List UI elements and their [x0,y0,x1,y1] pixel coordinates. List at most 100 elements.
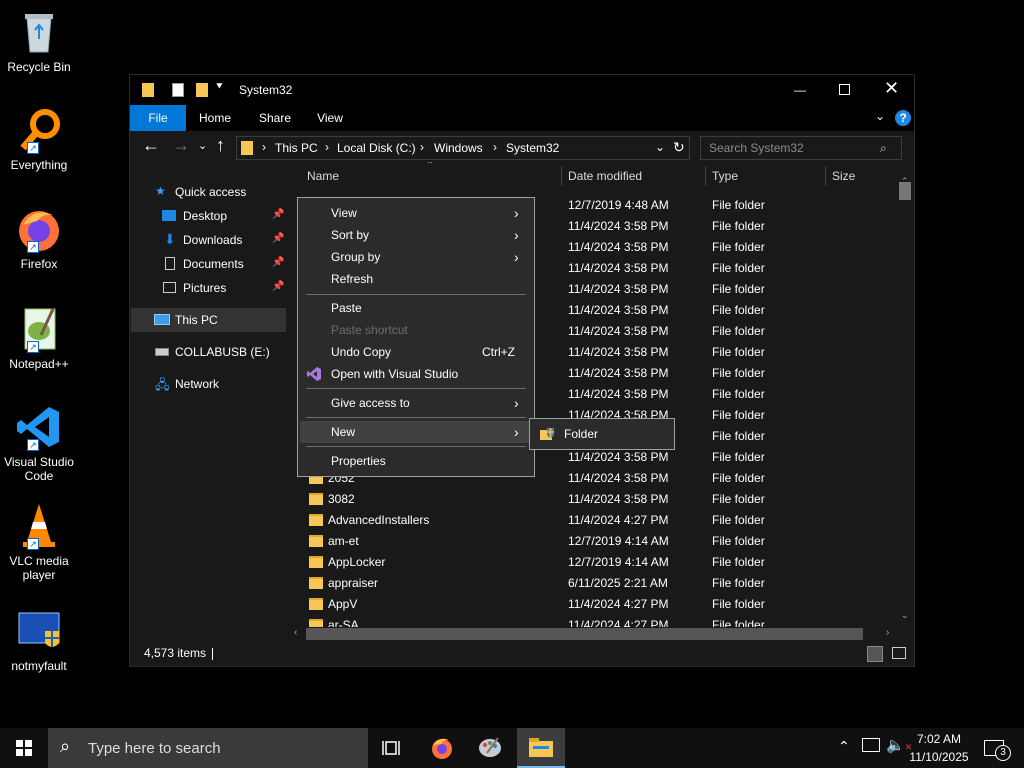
taskbar-search-box[interactable]: ⌕ Type here to search [48,728,368,768]
up-icon[interactable]: ↑ [216,135,225,156]
address-row: ← → ⌄ ↑ › This PC › Local Disk (C:) › Wi… [130,131,914,163]
desktop-icon-recycle-bin[interactable]: Recycle Bin [0,8,78,74]
folder-icon [309,619,323,627]
maximize-button[interactable] [839,84,850,95]
nav-desktop[interactable]: Desktop 📌 [162,208,286,224]
scroll-down-icon[interactable]: ⌄ [901,610,909,621]
network-status-icon[interactable] [862,738,880,752]
forward-icon[interactable]: → [172,135,190,156]
menu-item-view[interactable]: View › [298,202,534,224]
search-input[interactable]: Search System32 [700,136,902,160]
menu-item-refresh[interactable]: Refresh [298,268,534,290]
file-type: File folder [712,534,765,548]
breadcrumb-this-pc[interactable]: This PC [275,141,318,155]
table-row[interactable]: AdvancedInstallers 11/4/2024 4:27 PM File … [289,510,899,531]
scroll-right-icon[interactable]: › [886,627,889,638]
start-button[interactable] [0,728,48,768]
tab-home[interactable]: Home [190,105,240,131]
scroll-thumb[interactable] [306,628,863,640]
menu-item-open-with-visual-studio[interactable]: Open with Visual Studio [298,363,534,385]
menu-item-paste-shortcut: Paste shortcut [298,319,534,341]
taskbar-file-explorer-icon[interactable] [517,728,565,768]
menu-item-group-by[interactable]: Group by › [298,246,534,268]
network-icon: 🖧 [155,377,170,392]
desktop-icon-everything[interactable]: ↗ Everything [0,106,78,172]
column-header-type[interactable]: Type [712,162,738,190]
shortcut-arrow-icon: ↗ [27,241,39,253]
taskbar-paint-icon[interactable] [478,736,502,760]
horizontal-scrollbar[interactable]: ‹ › [290,627,898,641]
nav-downloads[interactable]: ⬇ Downloads 📌 [162,231,286,248]
close-button[interactable]: ✕ [884,78,899,99]
menu-item-new[interactable]: New › [300,421,530,443]
vertical-scrollbar[interactable]: ⌃ ⌄ [897,176,913,626]
column-header-date[interactable]: Date modified [568,162,642,190]
tab-view[interactable]: View [305,105,355,131]
taskbar-firefox-icon[interactable] [430,736,454,760]
address-bar[interactable]: › This PC › Local Disk (C:) › Windows › … [236,136,690,160]
tab-share[interactable]: Share [250,105,300,131]
desktop-icon-firefox[interactable]: ↗ Firefox [0,205,78,271]
desktop-icon-notepad-plus-plus[interactable]: ↗ Notepad++ [0,305,78,371]
column-divider[interactable] [825,166,826,186]
table-row[interactable]: 3082 11/4/2024 3:58 PM File folder [289,489,899,510]
menu-item-undo-copy[interactable]: Undo Copy Ctrl+Z [298,341,534,363]
table-row[interactable]: ar-SA 11/4/2024 4:27 PM File folder [289,615,899,627]
table-row[interactable]: am-et 12/7/2019 4:14 AM File folder [289,531,899,552]
task-view-icon[interactable] [382,738,402,758]
clock-date[interactable]: 11/10/2025 [908,750,970,764]
refresh-icon[interactable]: ↻ [673,139,685,156]
desktop-icon-vlc[interactable]: ↗ VLC media player [0,502,78,582]
windows-logo-icon [16,740,32,756]
table-row[interactable]: AppLocker 12/7/2019 4:14 AM File folder [289,552,899,573]
breadcrumb-local-disk[interactable]: Local Disk (C:) [337,141,416,155]
menu-separator [306,388,526,389]
breadcrumb-windows[interactable]: Windows [434,141,483,155]
nav-this-pc[interactable]: This PC [131,308,286,332]
menu-item-properties[interactable]: Properties [298,450,534,472]
breadcrumb-system32[interactable]: System32 [506,141,559,155]
expand-ribbon-icon[interactable]: ⌄ [875,109,885,123]
new-folder-quick-icon[interactable] [196,83,208,97]
recent-locations-icon[interactable]: ⌄ [198,139,207,152]
column-divider[interactable] [705,166,706,186]
properties-quick-icon[interactable] [172,83,184,97]
column-divider[interactable] [561,166,562,186]
nav-network[interactable]: 🖧 Network [155,376,286,392]
table-row[interactable]: AppV 11/4/2024 4:27 PM File folder [289,594,899,615]
file-name: appraiser [328,576,379,590]
show-hidden-icons-icon[interactable]: ⌃ [838,738,850,755]
customize-quick-access-icon[interactable]: ⯆ [215,81,224,94]
column-header-name[interactable]: Name [307,162,339,190]
scroll-left-icon[interactable]: ‹ [294,627,297,638]
scroll-thumb[interactable] [899,182,911,200]
file-date-modified: 11/4/2024 3:58 PM [568,345,669,359]
clock-time[interactable]: 7:02 AM [916,732,962,746]
help-icon[interactable]: ? [895,110,911,126]
shield-folder-icon [540,426,556,442]
back-icon[interactable]: ← [142,135,160,156]
file-type: File folder [712,408,765,422]
nav-documents[interactable]: Documents 📌 [162,256,286,272]
column-header-size[interactable]: Size [832,162,855,190]
minimize-button[interactable]: — [794,75,806,105]
title-bar[interactable]: ⯆ System32 — ✕ [130,75,914,105]
nav-label: Network [175,377,220,391]
table-row[interactable]: appraiser 6/11/2025 2:21 AM File folder [289,573,899,594]
file-date-modified: 11/4/2024 3:58 PM [568,240,669,254]
desktop-icon-vscode[interactable]: ↗ Visual Studio Code [0,403,78,483]
submenu-item-folder[interactable]: Folder [530,423,674,445]
desktop-icon-notmyfault[interactable]: notmyfault [0,607,78,673]
tab-file[interactable]: File [130,105,186,131]
nav-pictures[interactable]: Pictures 📌 [162,280,286,296]
notification-center-icon[interactable]: 3 [984,740,1011,761]
nav-quick-access[interactable]: ★ Quick access [155,184,285,200]
menu-item-give-access-to[interactable]: Give access to › [298,392,534,414]
large-icons-view-button[interactable] [892,647,906,659]
visual-studio-icon [306,366,322,382]
nav-usb-drive[interactable]: COLLABUSB (E:) [155,344,286,360]
menu-item-paste[interactable]: Paste [298,297,534,319]
address-dropdown-icon[interactable]: ⌄ [655,140,665,154]
menu-item-sort-by[interactable]: Sort by › [298,224,534,246]
details-view-button[interactable] [867,646,883,662]
